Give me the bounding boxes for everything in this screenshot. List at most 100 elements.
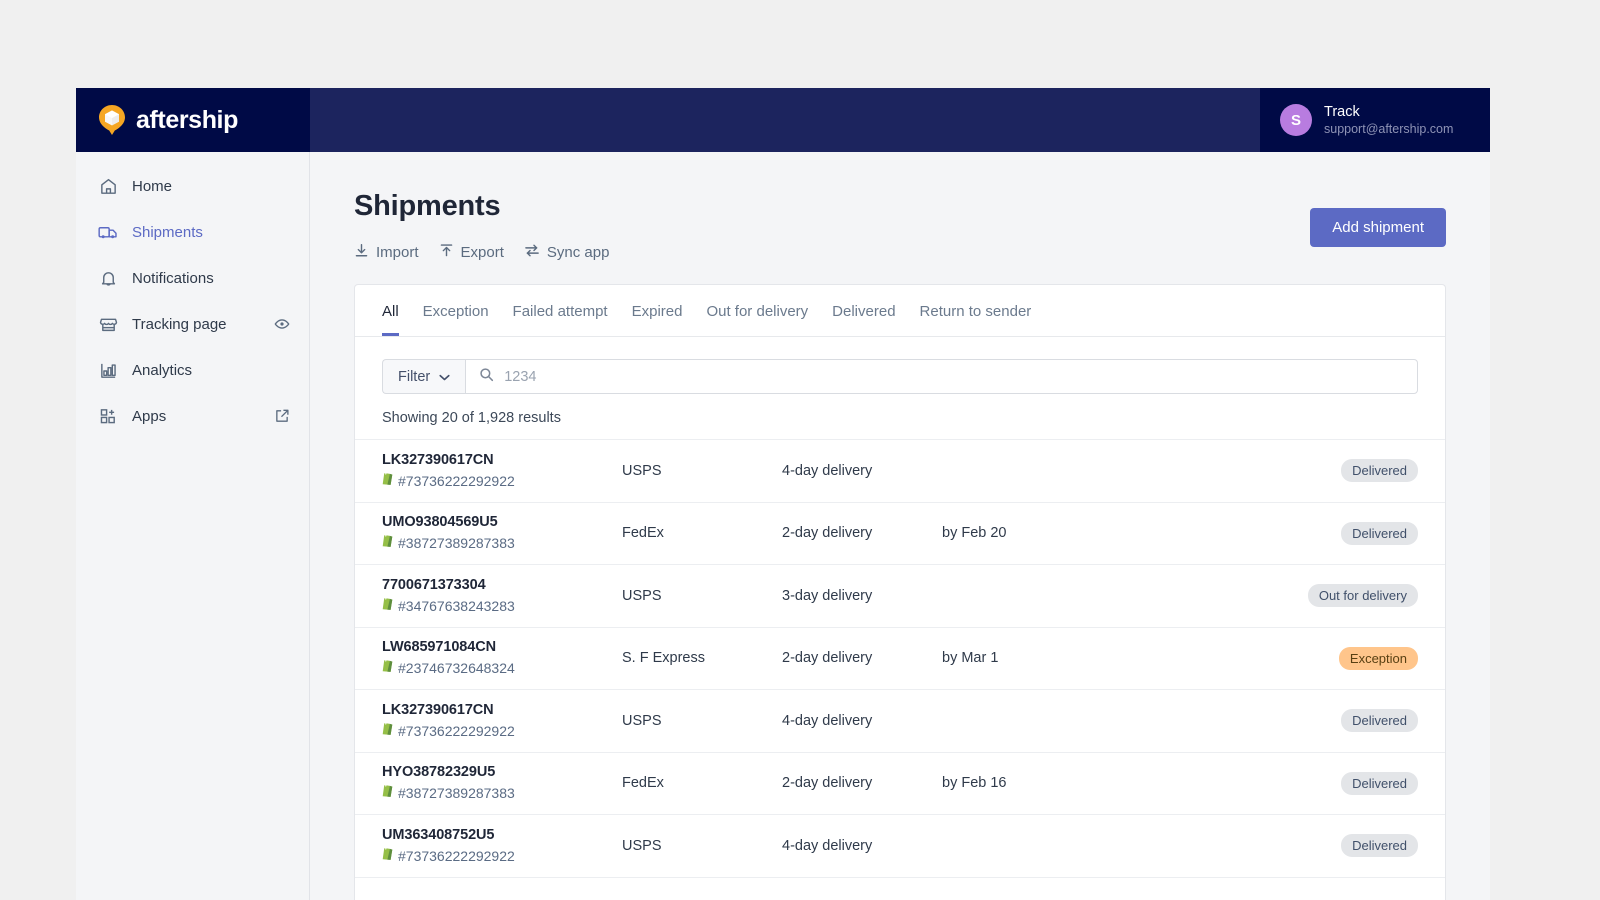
tracking-number: LW685971084CN: [382, 639, 622, 655]
cell-courier: FedEx: [622, 525, 782, 541]
cell-tracking: LW685971084CN #23746732648324: [382, 639, 622, 677]
tab-return-to-sender[interactable]: Return to sender: [920, 303, 1032, 336]
sidebar-item-tracking-page[interactable]: Tracking page: [86, 308, 299, 340]
external-link-icon[interactable]: [273, 408, 291, 424]
status-badge: Exception: [1339, 647, 1418, 670]
cell-courier: USPS: [622, 463, 782, 479]
sidebar-item-label: Apps: [132, 408, 273, 425]
cell-delivery: 2-day delivery: [782, 525, 942, 541]
user-menu[interactable]: S Track support@aftership.com: [1260, 88, 1490, 152]
sidebar-item-apps[interactable]: Apps: [86, 400, 299, 432]
apps-grid-plus-icon: [97, 407, 119, 426]
cell-status: Delivered: [1341, 522, 1418, 545]
main-content: Shipments Import: [310, 152, 1490, 900]
cell-courier: FedEx: [622, 775, 782, 791]
table-row-partial[interactable]: [355, 877, 1445, 900]
table-row[interactable]: UMO93804569U5 #38727389287383 FedEx 2-da…: [355, 502, 1445, 565]
status-badge: Delivered: [1341, 522, 1418, 545]
results-count: Showing 20 of 1,928 results: [355, 394, 1445, 426]
sidebar-item-label: Shipments: [132, 224, 273, 241]
sync-app-button[interactable]: Sync app: [524, 243, 610, 262]
tracking-number: 7700671373304: [382, 577, 622, 593]
shopify-bag-icon: [382, 722, 393, 740]
shipments-card: All Exception Failed attempt Expired Out…: [354, 284, 1446, 900]
table-row[interactable]: HYO38782329U5 #38727389287383 FedEx 2-da…: [355, 752, 1445, 815]
sidebar-item-label: Tracking page: [132, 316, 273, 333]
cell-status: Delivered: [1341, 834, 1418, 857]
tab-expired[interactable]: Expired: [632, 303, 683, 336]
eye-icon[interactable]: [273, 316, 291, 332]
status-badge: Delivered: [1341, 834, 1418, 857]
sidebar: Home Shipments: [76, 152, 310, 900]
cell-status: Exception: [1339, 647, 1418, 670]
chevron-down-icon: [439, 369, 450, 385]
download-arrow-icon: [354, 243, 369, 262]
storefront-icon: [97, 315, 119, 334]
shipments-table: LK327390617CN #73736222292922 USPS 4-day…: [355, 439, 1445, 900]
sidebar-item-analytics[interactable]: Analytics: [86, 354, 299, 386]
bell-icon: [97, 269, 119, 288]
page-header: Shipments Import: [354, 190, 1446, 262]
export-button[interactable]: Export: [439, 243, 504, 262]
tab-exception[interactable]: Exception: [423, 303, 489, 336]
bar-chart-icon: [97, 361, 119, 380]
tracking-number: UMO93804569U5: [382, 514, 622, 530]
topbar-spacer: [310, 88, 1260, 152]
table-row[interactable]: 7700671373304 #34767638243283 USPS 3-day…: [355, 564, 1445, 627]
table-row[interactable]: UM363408752U5 #73736222292922 USPS 4-day…: [355, 814, 1445, 877]
status-tabs: All Exception Failed attempt Expired Out…: [355, 285, 1445, 337]
import-button[interactable]: Import: [354, 243, 419, 262]
brand-logo[interactable]: aftership: [76, 88, 310, 152]
status-badge: Delivered: [1341, 709, 1418, 732]
order-id: #73736222292922: [398, 723, 515, 739]
tracking-number: HYO38782329U5: [382, 764, 622, 780]
filter-dropdown[interactable]: Filter: [382, 359, 465, 394]
sidebar-item-home[interactable]: Home: [86, 170, 299, 202]
cell-eta: by Feb 20: [942, 525, 1341, 541]
cell-delivery: 4-day delivery: [782, 713, 942, 729]
tracking-number: LK327390617CN: [382, 702, 622, 718]
tab-all[interactable]: All: [382, 303, 399, 336]
tab-delivered[interactable]: Delivered: [832, 303, 895, 336]
tracking-number: UM363408752U5: [382, 827, 622, 843]
tab-failed-attempt[interactable]: Failed attempt: [513, 303, 608, 336]
user-email: support@aftership.com: [1324, 121, 1453, 137]
cell-tracking: UM363408752U5 #73736222292922: [382, 827, 622, 865]
shopify-bag-icon: [382, 534, 393, 552]
cell-status: Delivered: [1341, 772, 1418, 795]
sync-arrows-icon: [524, 243, 540, 262]
shopify-bag-icon: [382, 597, 393, 615]
cell-tracking: HYO38782329U5 #38727389287383: [382, 764, 622, 802]
table-row[interactable]: LW685971084CN #23746732648324 S. F Expre…: [355, 627, 1445, 690]
order-id: #23746732648324: [398, 660, 515, 676]
shopify-bag-icon: [382, 659, 393, 677]
truck-icon: [97, 223, 119, 242]
cell-status: Delivered: [1341, 709, 1418, 732]
search-input[interactable]: [504, 369, 1404, 385]
sidebar-item-shipments[interactable]: Shipments: [86, 216, 299, 248]
home-icon: [97, 177, 119, 196]
cell-delivery: 4-day delivery: [782, 463, 942, 479]
brand-wordmark: aftership: [136, 106, 238, 135]
order-id: #34767638243283: [398, 598, 515, 614]
import-label: Import: [376, 244, 419, 261]
tab-out-for-delivery[interactable]: Out for delivery: [706, 303, 808, 336]
sidebar-item-notifications[interactable]: Notifications: [86, 262, 299, 294]
table-row[interactable]: LK327390617CN #73736222292922 USPS 4-day…: [355, 439, 1445, 502]
cell-delivery: 2-day delivery: [782, 775, 942, 791]
cell-status: Out for delivery: [1308, 584, 1418, 607]
status-badge: Delivered: [1341, 772, 1418, 795]
sidebar-item-label: Notifications: [132, 270, 273, 287]
cell-courier: USPS: [622, 838, 782, 854]
page-toolbar: Import Export: [354, 243, 1310, 262]
status-badge: Delivered: [1341, 459, 1418, 482]
cell-courier: USPS: [622, 713, 782, 729]
order-id: #38727389287383: [398, 785, 515, 801]
avatar: S: [1280, 104, 1312, 136]
table-row[interactable]: LK327390617CN #73736222292922 USPS 4-day…: [355, 689, 1445, 752]
cell-courier: USPS: [622, 588, 782, 604]
search-box[interactable]: [465, 359, 1418, 394]
sync-app-label: Sync app: [547, 244, 610, 261]
add-shipment-button[interactable]: Add shipment: [1310, 208, 1446, 247]
cell-tracking: 7700671373304 #34767638243283: [382, 577, 622, 615]
